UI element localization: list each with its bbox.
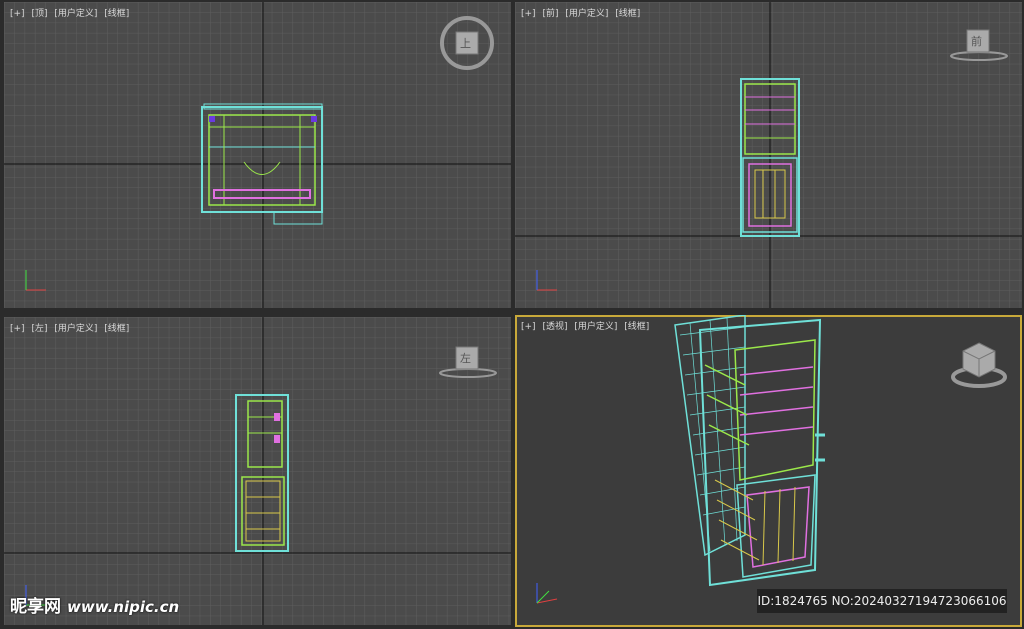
viewport-view-name[interactable]: [左] — [31, 324, 47, 334]
viewport-view-name[interactable]: [透视] — [542, 322, 567, 332]
viewcube-front[interactable]: 前 — [949, 24, 1009, 64]
viewport-mode[interactable]: [用户定义] — [54, 9, 97, 19]
viewport-mode[interactable]: [用户定义] — [574, 322, 617, 332]
viewport-mode[interactable]: [用户定义] — [54, 324, 97, 334]
viewport-shading[interactable]: [线框] — [104, 9, 129, 19]
viewcube-face-label: 上 — [460, 37, 471, 50]
viewport-shading[interactable]: [线框] — [104, 324, 129, 334]
viewcube-face-label: 前 — [971, 35, 982, 48]
model-perspective-wireframe — [536, 315, 825, 604]
viewport-label-left: [+] [左] [用户定义] [线框] — [10, 321, 133, 334]
viewport-view-name[interactable]: [前] — [542, 9, 558, 19]
viewport-menu-plus[interactable]: [+] — [521, 9, 536, 19]
viewport-view-name[interactable]: [顶] — [31, 9, 47, 19]
viewport-menu-plus[interactable]: [+] — [10, 324, 25, 334]
viewcube-top[interactable]: 上 — [438, 14, 496, 72]
viewport-mode[interactable]: [用户定义] — [565, 9, 608, 19]
viewport-front[interactable]: [+] [前] [用户定义] [线框] 前 — [515, 2, 1022, 308]
grid-front — [515, 2, 1022, 308]
viewport-perspective[interactable]: [+] [透视] [用户定义] [线框] — [515, 315, 1022, 627]
axis-gizmo-persp — [536, 583, 558, 604]
viewport-left[interactable]: [+] [左] [用户定义] [线框] 左 — [4, 317, 511, 625]
image-id-label: ID:1824765 NO:20240327194723066106 — [757, 589, 1007, 613]
watermark-brand: 昵享网 — [10, 597, 61, 617]
viewport-label-top: [+] [顶] [用户定义] [线框] — [10, 6, 133, 19]
viewcube-perspective[interactable] — [949, 337, 1009, 389]
viewport-shading[interactable]: [线框] — [624, 322, 649, 332]
watermark: 昵享网 www.nipic.cn — [10, 592, 179, 617]
watermark-url: www.nipic.cn — [67, 598, 180, 616]
viewport-label-front: [+] [前] [用户定义] [线框] — [521, 6, 644, 19]
viewcube-face-label: 左 — [460, 352, 471, 365]
viewport-menu-plus[interactable]: [+] — [10, 9, 25, 19]
grid-top — [4, 2, 511, 308]
viewcube-left[interactable]: 左 — [438, 341, 498, 381]
viewport-shading[interactable]: [线框] — [615, 9, 640, 19]
viewport-menu-plus[interactable]: [+] — [521, 322, 536, 332]
viewport-top[interactable]: [+] [顶] [用户定义] [线框] 上 — [4, 2, 511, 308]
grid-left — [4, 317, 511, 625]
viewport-label-perspective: [+] [透视] [用户定义] [线框] — [521, 319, 653, 332]
